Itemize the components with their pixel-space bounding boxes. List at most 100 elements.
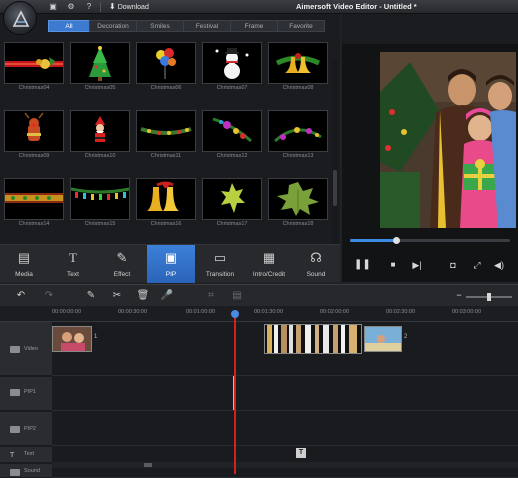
ruler-tick: 00:01:00:00 [186, 309, 216, 315]
tab-smiles[interactable]: Smiles [136, 20, 184, 32]
tab-all[interactable]: All [48, 20, 90, 32]
app-window: ▣ ⚙ ? ⬇ Download Aimersoft Video Editor -… [0, 0, 518, 478]
download-button[interactable]: ⬇ Download [109, 1, 149, 13]
text-button[interactable]: T Text [49, 245, 97, 283]
split-screen-icon[interactable]: ▤ [230, 289, 244, 303]
window-icon[interactable]: ▣ [48, 2, 58, 12]
preview-progress-bar[interactable] [350, 237, 510, 244]
zoom-out-icon[interactable]: − [455, 291, 463, 300]
effect-item-christmas07[interactable]: Christmas07 [202, 42, 262, 94]
settings-icon[interactable]: ⚙ [66, 2, 76, 12]
effect-item-christmas15[interactable]: Christmas15 [70, 178, 130, 230]
help-icon[interactable]: ? [84, 2, 94, 12]
next-frame-icon[interactable]: ▶| [410, 258, 424, 272]
effect-button[interactable]: ✎ Effect [98, 245, 146, 283]
delete-icon[interactable]: 🗑 [136, 289, 150, 303]
library-scroll-thumb[interactable] [333, 170, 337, 206]
preview-video[interactable] [380, 52, 516, 228]
video-clip[interactable] [52, 326, 92, 352]
effect-thumbnail [202, 42, 262, 84]
effect-item-christmas08[interactable]: Christmas08 [268, 42, 328, 94]
text-clip-marker[interactable]: T [296, 448, 306, 458]
effect-item-christmas09[interactable]: Christmas09 [4, 110, 64, 162]
video-clip-group[interactable] [264, 324, 362, 354]
effect-item-christmas13[interactable]: Christmas13 [268, 110, 328, 162]
zoom-slider[interactable] [466, 293, 512, 301]
effect-item-christmas16[interactable]: Christmas16 [136, 178, 196, 230]
track-label: PIP1 [24, 389, 36, 395]
timeline-toolbar: ↶ ↷ ✎ ✂ 🗑 🎤 ⌗ ▤ − [0, 284, 518, 306]
text-track[interactable] [52, 447, 518, 463]
record-icon[interactable]: 🎤 [160, 289, 174, 303]
zoom-slider-knob[interactable] [487, 293, 491, 301]
preview-image [380, 52, 516, 228]
preview-progress-knob[interactable] [393, 237, 401, 244]
effect-thumbnail [70, 110, 130, 152]
intro-credit-button[interactable]: ▦ Intro/Credit [245, 245, 293, 283]
volume-icon[interactable]: ◀) [492, 258, 506, 272]
timeline-scroll-thumb[interactable] [144, 463, 152, 467]
effect-label: Christmas05 [84, 85, 116, 91]
effect-thumbnail [268, 110, 328, 152]
library-scrollbar[interactable] [332, 60, 338, 244]
playhead-handle[interactable] [231, 310, 239, 318]
tab-frame[interactable]: Frame [230, 20, 278, 32]
media-button[interactable]: ▤ Media [0, 245, 48, 283]
tab-favorite[interactable]: Favorite [277, 20, 325, 32]
effect-label: Christmas12 [216, 153, 248, 159]
effect-item-christmas11[interactable]: Christmas11 [136, 110, 196, 162]
cut-icon[interactable]: ✂ [110, 289, 124, 303]
preview-progress-fill [350, 239, 397, 242]
text-label: Text [67, 271, 79, 278]
effect-item-christmas04[interactable]: Christmas04 [4, 42, 64, 94]
pip2-track[interactable] [52, 412, 518, 446]
app-logo [3, 1, 37, 35]
effect-label: Christmas10 [84, 153, 116, 159]
function-toolbar: ▤ Media T Text ✎ Effect ▣ PIP ▭ Transiti… [0, 244, 340, 283]
ruler-tick: 00:00:30:00 [118, 309, 148, 315]
effect-item-christmas06[interactable]: Christmas06 [136, 42, 196, 94]
effect-thumbnail [268, 178, 328, 220]
pip-track-icon [10, 426, 20, 433]
playhead-line[interactable] [234, 314, 236, 474]
effect-label: Christmas13 [282, 153, 314, 159]
preview-panel: ❚❚ ■ ▶| ◘ ⤢ ◀) [342, 14, 518, 282]
tab-festival[interactable]: Festival [183, 20, 231, 32]
redo-icon[interactable]: ↷ [42, 289, 56, 303]
edit-icon[interactable]: ✎ [84, 289, 98, 303]
timeline-ruler[interactable]: 00:00:00:00 00:00:30:00 00:01:00:00 00:0… [0, 306, 518, 322]
pip-button[interactable]: ▣ PIP [147, 245, 195, 283]
transition-icon: ▭ [213, 250, 227, 265]
stop-icon[interactable]: ■ [386, 258, 400, 272]
crop-icon[interactable]: ⌗ [204, 289, 218, 303]
intro-credit-icon: ▦ [262, 250, 276, 265]
effect-thumbnail [268, 42, 328, 84]
video-track[interactable]: 1 2 [52, 322, 518, 376]
track-label: PIP2 [24, 426, 36, 432]
snapshot-icon[interactable]: ◘ [446, 258, 460, 272]
transition-button[interactable]: ▭ Transition [196, 245, 244, 283]
undo-icon[interactable]: ↶ [14, 289, 28, 303]
effect-item-christmas12[interactable]: Christmas12 [202, 110, 262, 162]
sound-track-icon [10, 469, 20, 476]
effect-thumbnail [136, 110, 196, 152]
media-icon: ▤ [17, 250, 31, 265]
pip1-track[interactable] [52, 377, 518, 411]
effect-item-christmas05[interactable]: Christmas05 [70, 42, 130, 94]
video-clip[interactable] [364, 326, 402, 352]
ruler-tick: 00:02:30:00 [386, 309, 416, 315]
effect-item-christmas10[interactable]: Christmas10 [70, 110, 130, 162]
tab-decoration[interactable]: Decoration [89, 20, 137, 32]
effect-item-christmas14[interactable]: Christmas14 [4, 178, 64, 230]
effect-item-christmas17[interactable]: Christmas17 [202, 178, 262, 230]
pip-icon: ▣ [164, 250, 178, 265]
pause-icon[interactable]: ❚❚ [354, 258, 371, 272]
sound-button[interactable]: ☊ Sound [292, 245, 340, 283]
category-tabs: All Decoration Smiles Festival Frame Fav… [48, 20, 325, 32]
effect-item-christmas18[interactable]: Christmas18 [268, 178, 328, 230]
track-label: Video [24, 346, 38, 352]
timeline-scrollbar[interactable] [52, 462, 518, 468]
effect-thumbnail [70, 42, 130, 84]
fullscreen-icon[interactable]: ⤢ [470, 258, 484, 272]
track-header-sound: Sound [0, 464, 52, 478]
